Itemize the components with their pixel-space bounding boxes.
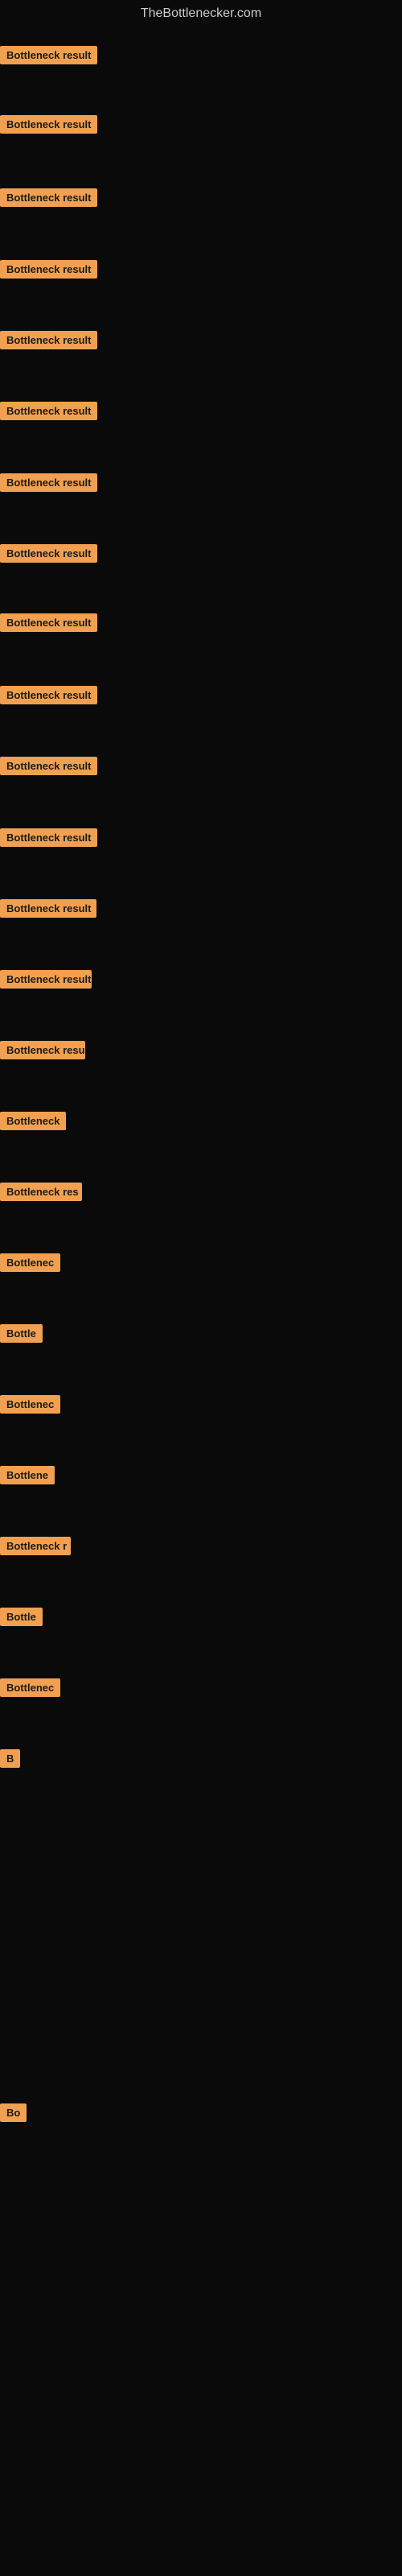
bottleneck-badge[interactable]: Bottlenec bbox=[0, 1395, 60, 1414]
bottleneck-badge[interactable]: Bottle bbox=[0, 1324, 43, 1343]
bottleneck-badge[interactable]: Bottleneck bbox=[0, 1112, 66, 1130]
bottleneck-badge[interactable]: Bottleneck result bbox=[0, 402, 97, 420]
bottleneck-badge[interactable]: Bottleneck result bbox=[0, 899, 96, 918]
bottleneck-item: Bottleneck result bbox=[0, 899, 96, 922]
bottleneck-item: Bottlene bbox=[0, 1466, 55, 1488]
bottleneck-badge[interactable]: Bottlenec bbox=[0, 1253, 60, 1272]
bottleneck-item: Bottlenec bbox=[0, 1253, 60, 1276]
bottleneck-item: Bottleneck result bbox=[0, 473, 97, 496]
bottleneck-badge[interactable]: Bottleneck resu bbox=[0, 1041, 85, 1059]
bottleneck-badge[interactable]: B bbox=[0, 1749, 20, 1768]
bottleneck-item: Bottleneck result bbox=[0, 757, 97, 779]
bottleneck-badge[interactable]: Bottleneck result bbox=[0, 544, 97, 563]
bottleneck-item: Bottleneck result bbox=[0, 828, 97, 851]
bottleneck-item: Bottlenec bbox=[0, 1395, 60, 1418]
bottleneck-badge[interactable]: Bottlenec bbox=[0, 1678, 60, 1697]
bottleneck-item: Bottleneck result bbox=[0, 260, 97, 283]
bottleneck-badge[interactable]: Bottleneck r bbox=[0, 1537, 71, 1555]
bottleneck-item: Bottle bbox=[0, 1324, 43, 1347]
bottleneck-badge[interactable]: Bo bbox=[0, 2103, 27, 2122]
bottleneck-item: B bbox=[0, 1749, 20, 1772]
bottleneck-badge[interactable]: Bottleneck res bbox=[0, 1183, 82, 1201]
bottleneck-item: Bottleneck bbox=[0, 1112, 66, 1134]
bottleneck-item: Bottleneck result bbox=[0, 402, 97, 424]
bottleneck-badge[interactable]: Bottleneck result bbox=[0, 970, 92, 989]
bottleneck-item: Bottleneck result bbox=[0, 686, 97, 708]
bottleneck-badge[interactable]: Bottleneck result bbox=[0, 757, 97, 775]
bottleneck-item: Bottleneck result bbox=[0, 331, 97, 353]
bottleneck-badge[interactable]: Bottleneck result bbox=[0, 613, 97, 632]
bottleneck-item: Bo bbox=[0, 2103, 27, 2126]
bottleneck-badge[interactable]: Bottle bbox=[0, 1608, 43, 1626]
bottleneck-item: Bottleneck result bbox=[0, 188, 97, 211]
bottleneck-badge[interactable]: Bottleneck result bbox=[0, 188, 97, 207]
bottleneck-badge[interactable]: Bottleneck result bbox=[0, 686, 97, 704]
bottleneck-item: Bottleneck r bbox=[0, 1537, 71, 1559]
bottleneck-badge[interactable]: Bottleneck result bbox=[0, 260, 97, 279]
bottleneck-item: Bottleneck result bbox=[0, 115, 97, 138]
bottleneck-item: Bottleneck result bbox=[0, 613, 97, 636]
bottleneck-item: Bottleneck resu bbox=[0, 1041, 85, 1063]
bottleneck-badge[interactable]: Bottleneck result bbox=[0, 828, 97, 847]
bottleneck-badge[interactable]: Bottleneck result bbox=[0, 331, 97, 349]
bottleneck-item: Bottleneck res bbox=[0, 1183, 82, 1205]
bottleneck-item: Bottle bbox=[0, 1608, 43, 1630]
bottleneck-item: Bottleneck result bbox=[0, 46, 97, 68]
page-title: TheBottlenecker.com bbox=[0, 0, 402, 27]
bottleneck-badge[interactable]: Bottleneck result bbox=[0, 46, 97, 64]
bottleneck-badge[interactable]: Bottleneck result bbox=[0, 473, 97, 492]
bottleneck-item: Bottleneck result bbox=[0, 544, 97, 567]
bottleneck-badge[interactable]: Bottlene bbox=[0, 1466, 55, 1484]
bottleneck-item: Bottlenec bbox=[0, 1678, 60, 1701]
bottleneck-badge[interactable]: Bottleneck result bbox=[0, 115, 97, 134]
bottleneck-item: Bottleneck result bbox=[0, 970, 92, 993]
